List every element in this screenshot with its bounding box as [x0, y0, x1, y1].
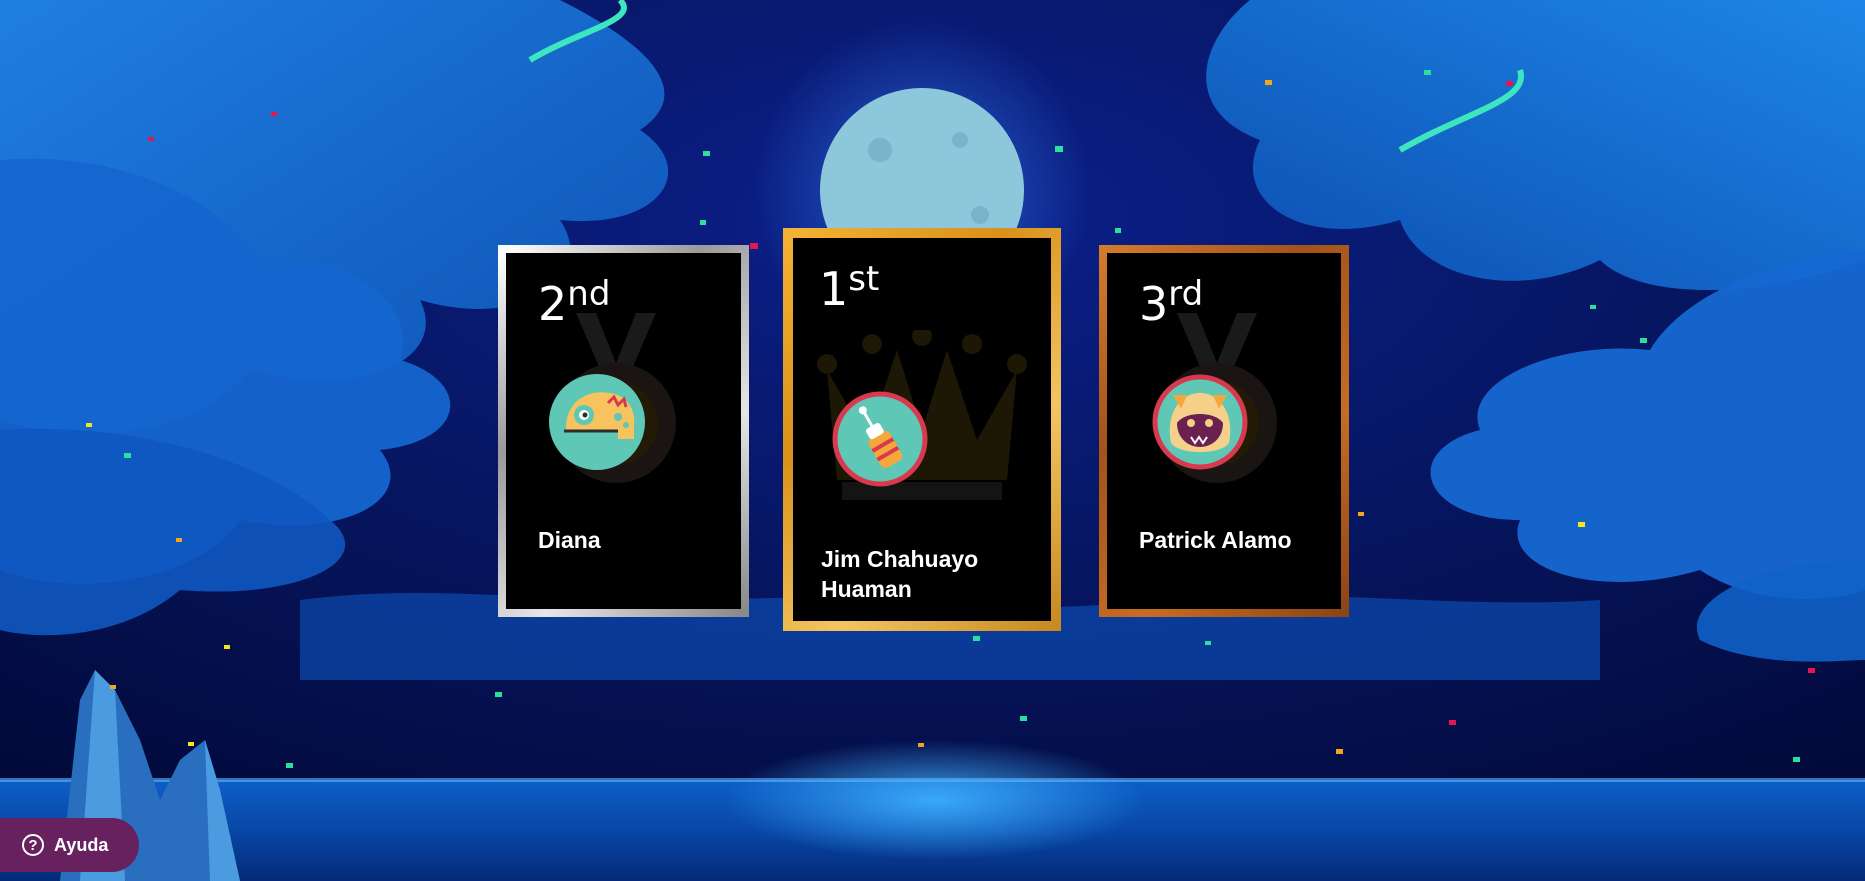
player-name: Diana: [538, 527, 601, 553]
podium-card-first: 1st Jim Chahuayo Huaman: [783, 228, 1061, 631]
player-name: Patrick Alamo: [1139, 527, 1292, 553]
rank-label: 2nd: [538, 274, 611, 331]
podium-card-second: 2nd Diana: [498, 245, 749, 617]
help-button[interactable]: ? Ayuda: [0, 818, 139, 872]
chameleon-avatar-icon: [548, 373, 646, 471]
player-name: Jim Chahuayo Huaman: [821, 546, 979, 602]
help-button-label: Ayuda: [54, 834, 109, 855]
rocket-avatar-icon: [831, 390, 929, 488]
monster-avatar-icon: [1151, 373, 1249, 471]
leaderboard-podium: 2nd Diana 1st Jim Chahuayo Huaman 3rd Pa…: [0, 0, 1865, 881]
rank-label: 3rd: [1139, 274, 1204, 331]
podium-card-third: 3rd Patrick Alamo: [1099, 245, 1349, 617]
question-circle-icon: ?: [22, 834, 44, 856]
rank-label: 1st: [819, 259, 880, 316]
